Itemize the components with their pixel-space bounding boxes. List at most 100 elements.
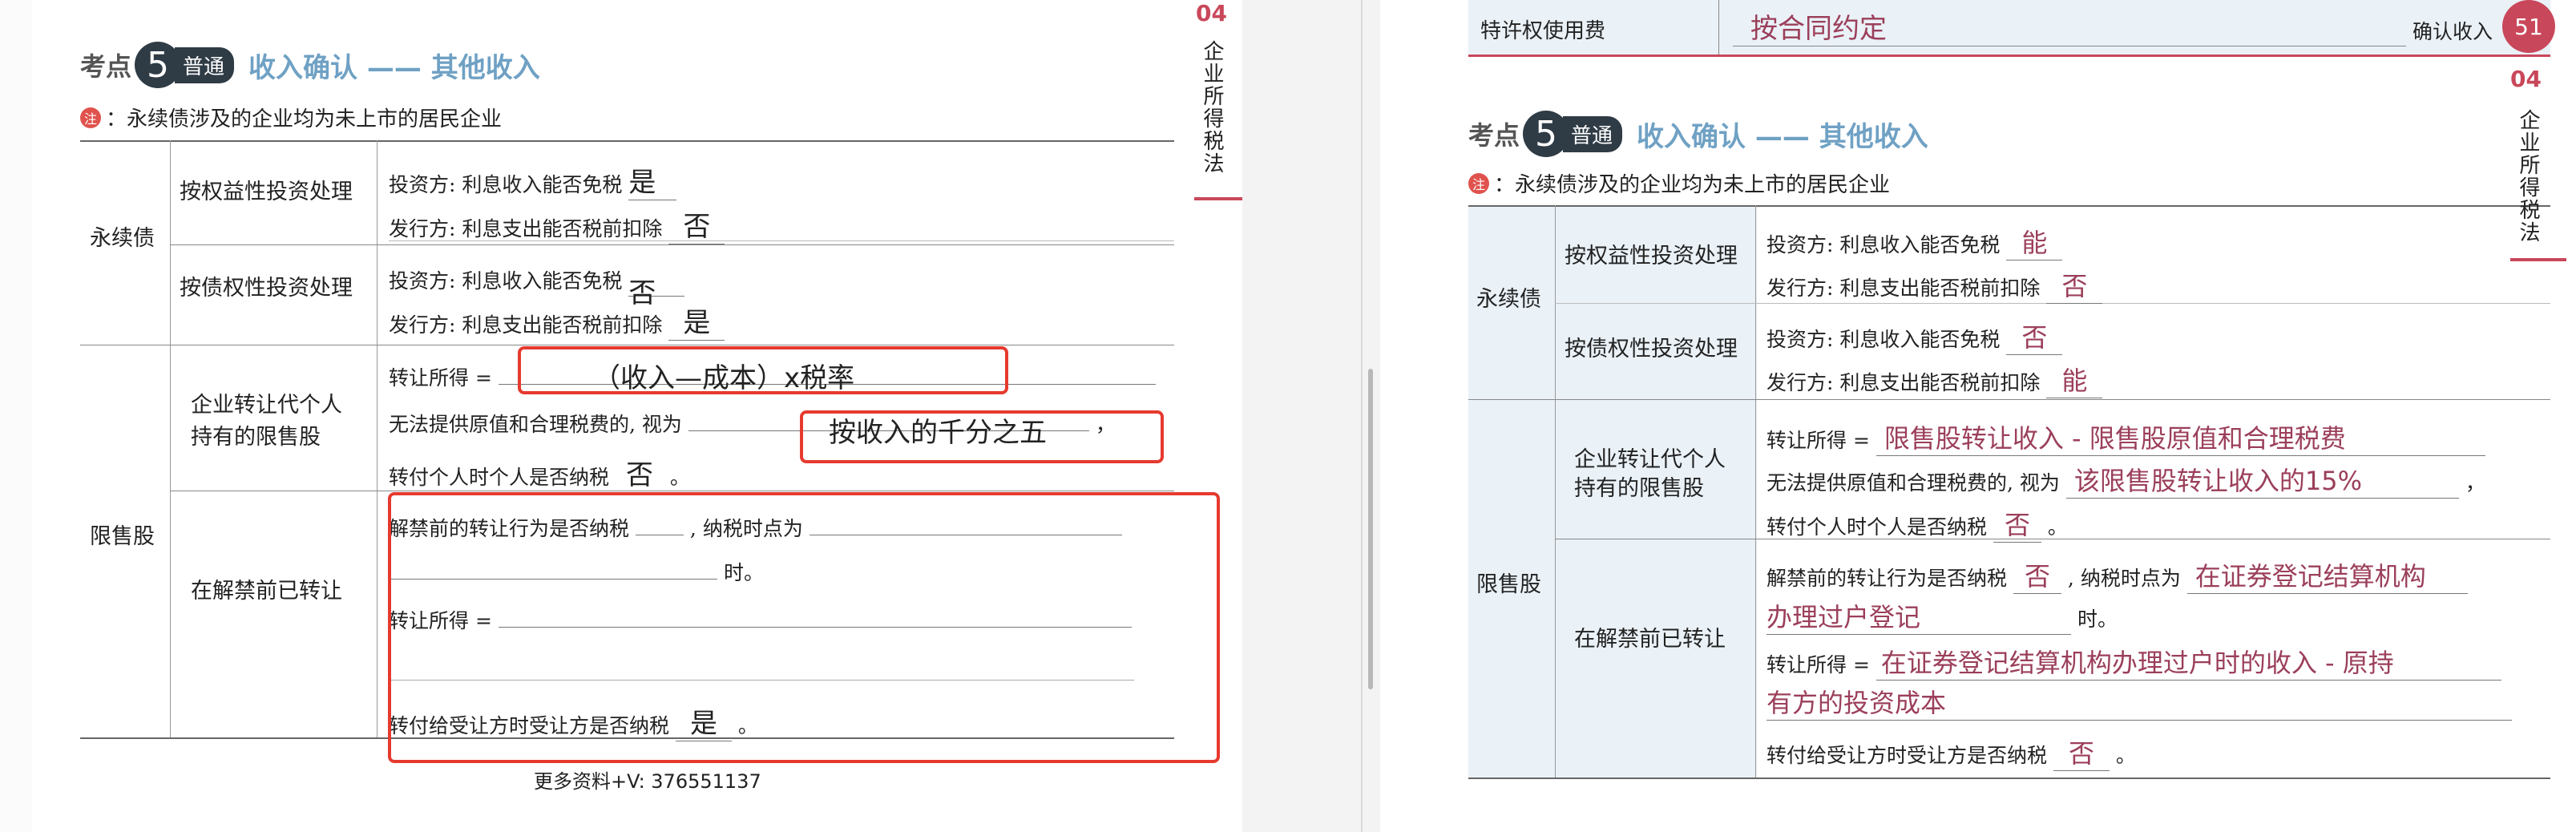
table-top-border — [80, 140, 1174, 142]
eq-investor-answer: 能 — [2021, 228, 2048, 258]
pre-unlock-row-3b: 有方的投资成本 — [1766, 683, 2512, 721]
table-bottom-border — [1468, 777, 2550, 779]
vertical-scrollbar[interactable] — [1368, 369, 1373, 689]
chapter-number: 04 — [2510, 66, 2542, 92]
yongxuzhai-label: 永续债 — [90, 226, 155, 251]
equity-method-label: 按权益性投资处理 — [180, 180, 353, 204]
debt-method-label: 按债权性投资处理 — [180, 276, 353, 301]
footer-contact: 更多资料+V: 376551137 — [534, 770, 761, 793]
pre-unlock-income-answer: 在证券登记结算机构办理过户时的收入 - 原持 — [1880, 648, 2394, 678]
corp-transfer-label-2: 持有的限售股 — [191, 425, 321, 450]
pay-individual-label: 转付个人时个人是否纳税 — [389, 466, 610, 489]
kaodian-label: 考点 — [1468, 120, 1520, 151]
top-row-answer: 按合同约定 — [1750, 13, 1887, 45]
period: 。 — [669, 466, 690, 489]
pre-unlock-row-1: 解禁前的转让行为是否纳税 否 , 纳税时点为 在证券登记结算机构 — [1766, 556, 2468, 594]
table-col-divider-1 — [1555, 205, 1556, 777]
eq-issuer-row: 发行方: 利息支出能否税前扣除 否 — [1766, 266, 2103, 304]
note-line: 注 ：永续债涉及的企业均为未上市的居民企业 — [1468, 168, 1890, 198]
row-divider — [170, 244, 1174, 245]
note-icon: 注 — [80, 107, 101, 128]
yongxuzhai-label: 永续债 — [1476, 287, 1541, 312]
eq-investor-answer: 是 — [628, 167, 656, 199]
no-cost-label: 无法提供原值和合理税费的, 视为 — [1766, 471, 2060, 495]
chapter-tab-marker — [1194, 197, 1242, 200]
pre-unlock-label: 在解禁前已转让 — [1574, 627, 1726, 652]
no-cost-answer: 该限售股转让收入的15% — [2073, 466, 2362, 496]
pay-individual-answer: 否 — [2004, 510, 2030, 540]
pre-unlock-row-4: 转付给受让方时受让方是否纳税 否 。 — [1766, 733, 2136, 771]
period: 。 — [2115, 744, 2136, 767]
corp-transfer-label-1: 企业转让代个人 — [1574, 447, 1726, 472]
section-heading: 考点 5 普通 收入确认 —— 其他收入 — [80, 42, 540, 88]
underline — [389, 240, 1174, 241]
debt-investor-row: 投资方: 利息收入能否免税 否 — [389, 256, 685, 309]
eq-issuer-row: 发行方: 利息支出能否税前扣除 否 — [389, 204, 725, 244]
note-text: ：永续债涉及的企业均为未上市的居民企业 — [106, 107, 503, 131]
equity-method-label: 按权益性投资处理 — [1565, 244, 1738, 269]
highlight-box — [800, 410, 1164, 463]
table-top-border — [1468, 205, 2550, 207]
debt-issuer-question: 发行方: 利息支出能否税前扣除 — [1766, 371, 2041, 394]
note-icon: 注 — [1468, 172, 1489, 194]
pay-individual-row: 转付个人时个人是否纳税 否 。 — [1766, 505, 2068, 543]
note-text: ：永续债涉及的企业均为未上市的居民企业 — [1494, 173, 1891, 197]
pre-unlock-row-3: 转让所得 = 在证券登记结算机构办理过户时的收入 - 原持 — [1766, 643, 2501, 681]
debt-investor-question: 投资方: 利息收入能否免税 — [389, 269, 623, 293]
highlight-box — [388, 492, 1220, 763]
section-heading: 考点 5 普通 收入确认 —— 其他收入 — [1468, 111, 1928, 157]
debt-investor-question: 投资方: 利息收入能否免税 — [1766, 328, 2001, 351]
corp-transfer-label-1: 企业转让代个人 — [191, 393, 342, 418]
corp-transfer-label-2: 持有的限售股 — [1574, 476, 1704, 501]
no-cost-row: 无法提供原值和合理税费的, 视为 该限售股转让收入的15% ， — [1766, 461, 2485, 499]
top-row-label: 特许权使用费 — [1480, 19, 1606, 43]
top-row-divider — [1718, 0, 1719, 55]
transfer-income-row: 转让所得 = 限售股转让收入 - 限售股原值和合理税费 — [1766, 418, 2485, 456]
transfer-income-answer: 限售股转让收入 - 限售股原值和合理税费 — [1884, 423, 2346, 454]
debt-investor-answer: 否 — [2021, 322, 2048, 353]
pre-unlock-q1b: , 纳税时点为 — [2067, 567, 2181, 590]
section-title: 收入确认 —— 其他收入 — [248, 51, 540, 84]
eq-investor-row: 投资方: 利息收入能否免税 是 — [389, 160, 677, 200]
pre-unlock-time-answer-2: 办理过户登记 — [1766, 602, 1921, 632]
debt-issuer-question: 发行方: 利息支出能否税前扣除 — [389, 313, 663, 337]
pre-unlock-q4: 转付给受让方时受让方是否纳税 — [1766, 744, 2048, 767]
pre-unlock-q1: 解禁前的转让行为是否纳税 — [1766, 567, 2008, 590]
section-title: 收入确认 —— 其他收入 — [1637, 120, 1928, 153]
chapter-tab-marker — [2510, 258, 2566, 261]
transfer-income-label: 转让所得 = — [389, 366, 492, 390]
table-col-divider-2 — [377, 140, 378, 737]
pre-unlock-time-answer: 在证券登记结算机构 — [2194, 561, 2426, 592]
no-cost-label: 无法提供原值和合理税费的, 视为 — [389, 413, 682, 436]
top-row-suffix: 确认收入 — [2412, 20, 2493, 43]
level-tag: 普通 — [175, 46, 235, 83]
pre-unlock-label: 在解禁前已转让 — [191, 579, 342, 604]
debt-method-label: 按债权性投资处理 — [1565, 337, 1738, 361]
transfer-income-label: 转让所得 = — [1766, 429, 1870, 452]
debt-issuer-row: 发行方: 利息支出能否税前扣除 能 — [1766, 361, 2103, 398]
page-number-badge: 51 — [2502, 0, 2555, 53]
pre-unlock-income-answer-2: 有方的投资成本 — [1766, 688, 1947, 718]
debt-investor-row: 投资方: 利息收入能否免税 否 — [1766, 317, 2063, 355]
xianshougu-label: 限售股 — [1476, 572, 1541, 597]
pre-unlock-time-suffix: 时。 — [2077, 608, 2118, 631]
debt-issuer-row: 发行方: 利息支出能否税前扣除 是 — [389, 301, 725, 341]
pre-unlock-income-label: 转让所得 = — [1766, 653, 1870, 677]
eq-issuer-question: 发行方: 利息支出能否税前扣除 — [1766, 277, 2041, 300]
eq-investor-question: 投资方: 利息收入能否免税 — [389, 173, 623, 196]
left-page: 考点 5 普通 收入确认 —— 其他收入 注 ：永续债涉及的企业均为未上市的居民… — [32, 0, 1242, 832]
eq-issuer-answer: 否 — [2061, 271, 2088, 301]
comma: ， — [2465, 471, 2485, 495]
pre-unlock-q1-answer: 否 — [2024, 561, 2050, 592]
debt-issuer-answer: 能 — [2061, 366, 2088, 396]
xianshougu-label: 限售股 — [90, 524, 155, 549]
table-col-divider-2 — [1755, 205, 1756, 777]
chapter-tab-label: 企业所得税法 — [1200, 40, 1224, 175]
kaodian-label: 考点 — [80, 51, 132, 82]
page-gutter — [1242, 0, 1380, 832]
pay-individual-answer: 否 — [625, 459, 653, 491]
pay-individual-row: 转付个人时个人是否纳税 否 。 — [389, 453, 690, 493]
row-divider — [1468, 399, 2550, 400]
top-row-answer-line: 按合同约定 — [1733, 6, 2406, 46]
eq-issuer-answer: 否 — [683, 211, 711, 243]
